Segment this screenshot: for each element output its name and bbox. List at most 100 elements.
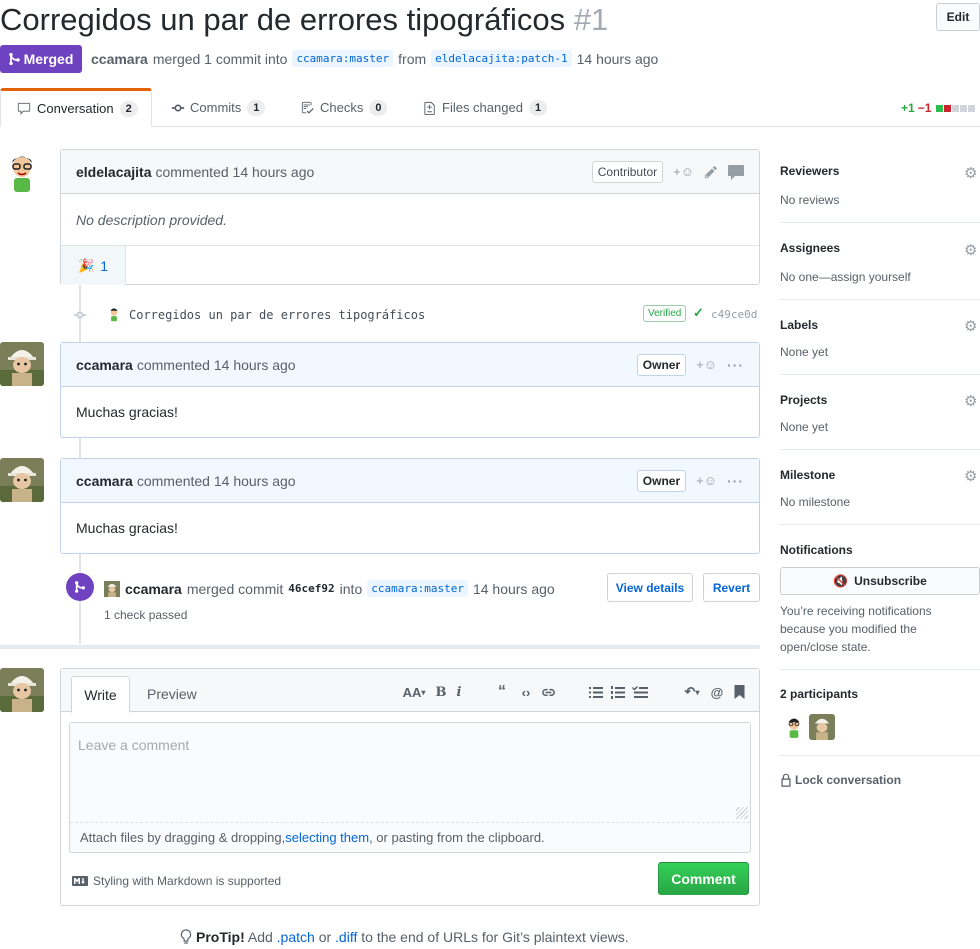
owner-badge: Owner: [636, 353, 687, 376]
milestone-gear-icon[interactable]: ⚙: [964, 467, 980, 485]
sidebar-projects-value: None yet: [780, 420, 829, 434]
sidebar-labels-title[interactable]: Labels: [780, 318, 818, 332]
avatar-current-user[interactable]: [0, 668, 44, 712]
edit-button[interactable]: Edit: [936, 3, 980, 31]
revert-button[interactable]: Revert: [703, 573, 760, 602]
attach-files-bar[interactable]: Attach files by dragging & dropping, sel…: [70, 822, 750, 852]
sidebar-labels-value: None yet: [780, 345, 829, 359]
contributor-badge: Contributor: [591, 160, 664, 183]
tada-icon: 🎉: [78, 257, 95, 273]
lightbulb-icon: [180, 929, 192, 944]
avatar-ccamara[interactable]: [0, 458, 44, 502]
participant-avatar[interactable]: [809, 714, 835, 740]
more-options-icon[interactable]: ···: [727, 473, 744, 489]
comment-author[interactable]: ccamara: [76, 473, 133, 489]
bold-icon[interactable]: B: [432, 683, 450, 701]
comment-textarea[interactable]: Leave a comment: [70, 723, 750, 822]
task-list-icon[interactable]: [631, 683, 649, 701]
mention-icon[interactable]: @: [708, 683, 726, 701]
diff-link[interactable]: .diff: [335, 929, 357, 945]
page-title: Corregidos un par de errores tipográfico…: [0, 2, 608, 38]
numbered-list-icon[interactable]: [609, 683, 627, 701]
head-branch[interactable]: eldelacajita:patch-1: [431, 50, 572, 67]
lock-icon: [781, 773, 791, 787]
bullet-list-icon[interactable]: [587, 683, 605, 701]
check-success-icon: ✓: [693, 305, 704, 320]
unsubscribe-button[interactable]: 🔇 Unsubscribe: [780, 567, 980, 595]
comment-submit-button[interactable]: Comment: [658, 862, 749, 895]
sidebar-assignees-title[interactable]: Assignees: [780, 241, 840, 255]
reviewers-gear-icon[interactable]: ⚙: [964, 164, 980, 182]
reply-icon[interactable]: ↶ ▾: [680, 683, 704, 701]
commit-sha[interactable]: c49ce0d: [711, 308, 757, 321]
quote-icon[interactable]: “: [493, 683, 511, 701]
view-details-button[interactable]: View details: [607, 573, 693, 602]
select-files-link[interactable]: selecting them: [285, 830, 369, 845]
tab-write[interactable]: Write: [71, 676, 130, 713]
sidebar-milestone-title[interactable]: Milestone: [780, 468, 835, 482]
checklist-icon: [301, 101, 314, 114]
sidebar-milestone-value: No milestone: [780, 495, 851, 509]
sidebar-notifications-title: Notifications: [780, 543, 853, 557]
tab-commits[interactable]: Commits 1: [171, 88, 266, 127]
labels-gear-icon[interactable]: ⚙: [964, 317, 980, 335]
tab-checks[interactable]: Checks 0: [301, 88, 388, 127]
merge-target-branch[interactable]: ccamara:master: [367, 580, 468, 597]
git-merge-icon: [75, 581, 85, 593]
avatar-ccamara[interactable]: [0, 342, 44, 386]
lock-conversation-link[interactable]: Lock conversation: [780, 773, 901, 787]
markdown-note[interactable]: Styling with Markdown is supported: [72, 874, 281, 888]
reaction-tada[interactable]: 🎉 1: [61, 246, 126, 285]
verified-badge[interactable]: Verified: [643, 305, 687, 322]
sidebar-reviewers-value: No reviews: [780, 193, 840, 207]
commit-message[interactable]: Corregidos un par de errores tipográfico…: [129, 308, 425, 322]
diffstat: +1 −1: [901, 101, 976, 115]
diffstat-deletions: −1: [917, 101, 932, 115]
comment-body: Muchas gracias!: [76, 520, 178, 536]
projects-gear-icon[interactable]: ⚙: [964, 392, 980, 410]
comment-icon: [17, 102, 31, 115]
add-reaction-icon[interactable]: +☺: [673, 164, 694, 179]
comment-timestamp[interactable]: commented 14 hours ago: [137, 473, 296, 489]
merge-author-avatar[interactable]: [104, 580, 120, 597]
commit-author-avatar[interactable]: [106, 306, 122, 322]
merge-event: ccamara merged commit 46cef92 into ccama…: [104, 580, 555, 597]
edit-pencil-icon[interactable]: [704, 165, 718, 179]
author-link[interactable]: ccamara: [91, 51, 148, 67]
markdown-icon: [72, 876, 88, 886]
link-icon[interactable]: [539, 683, 557, 701]
diffstat-blocks: [936, 104, 976, 112]
more-options-icon[interactable]: ···: [727, 357, 744, 373]
code-icon[interactable]: ‹›: [517, 683, 535, 701]
report-icon[interactable]: [728, 164, 744, 180]
merge-commit-sha[interactable]: 46cef92: [288, 582, 334, 595]
file-diff-icon: [424, 101, 435, 115]
tab-conversation[interactable]: Conversation 2: [0, 88, 152, 127]
notification-reason: You’re receiving notifications because y…: [780, 604, 932, 654]
italic-icon[interactable]: i: [450, 683, 468, 701]
add-reaction-icon[interactable]: +☺: [696, 473, 717, 488]
owner-badge: Owner: [636, 469, 687, 492]
patch-link[interactable]: .patch: [277, 929, 315, 945]
comment-card: eldelacajita commented 14 hours ago Cont…: [60, 149, 760, 285]
sidebar-projects-title[interactable]: Projects: [780, 393, 827, 407]
comment-timestamp[interactable]: commented 14 hours ago: [156, 164, 315, 180]
base-branch[interactable]: ccamara:master: [292, 50, 394, 67]
bookmark-icon[interactable]: [730, 683, 748, 701]
commit-icon: [171, 104, 185, 111]
comment-author[interactable]: ccamara: [76, 357, 133, 373]
comment-timestamp[interactable]: commented 14 hours ago: [137, 357, 296, 373]
avatar-eldelacajita[interactable]: [0, 150, 44, 194]
checks-passed[interactable]: 1 check passed: [104, 608, 187, 622]
resize-handle-icon[interactable]: [736, 807, 748, 819]
merge-author[interactable]: ccamara: [125, 581, 182, 597]
participant-avatar[interactable]: [782, 714, 806, 740]
tab-files-changed[interactable]: Files changed 1: [424, 88, 548, 127]
sidebar-reviewers-title[interactable]: Reviewers: [780, 164, 839, 178]
assignees-gear-icon[interactable]: ⚙: [964, 241, 980, 259]
add-reaction-icon[interactable]: +☺: [696, 357, 717, 372]
comment-author[interactable]: eldelacajita: [76, 164, 152, 180]
sidebar-assignees-value[interactable]: No one—assign yourself: [780, 270, 911, 284]
text-size-icon[interactable]: AA ▾: [401, 683, 427, 701]
tab-preview[interactable]: Preview: [147, 686, 197, 702]
